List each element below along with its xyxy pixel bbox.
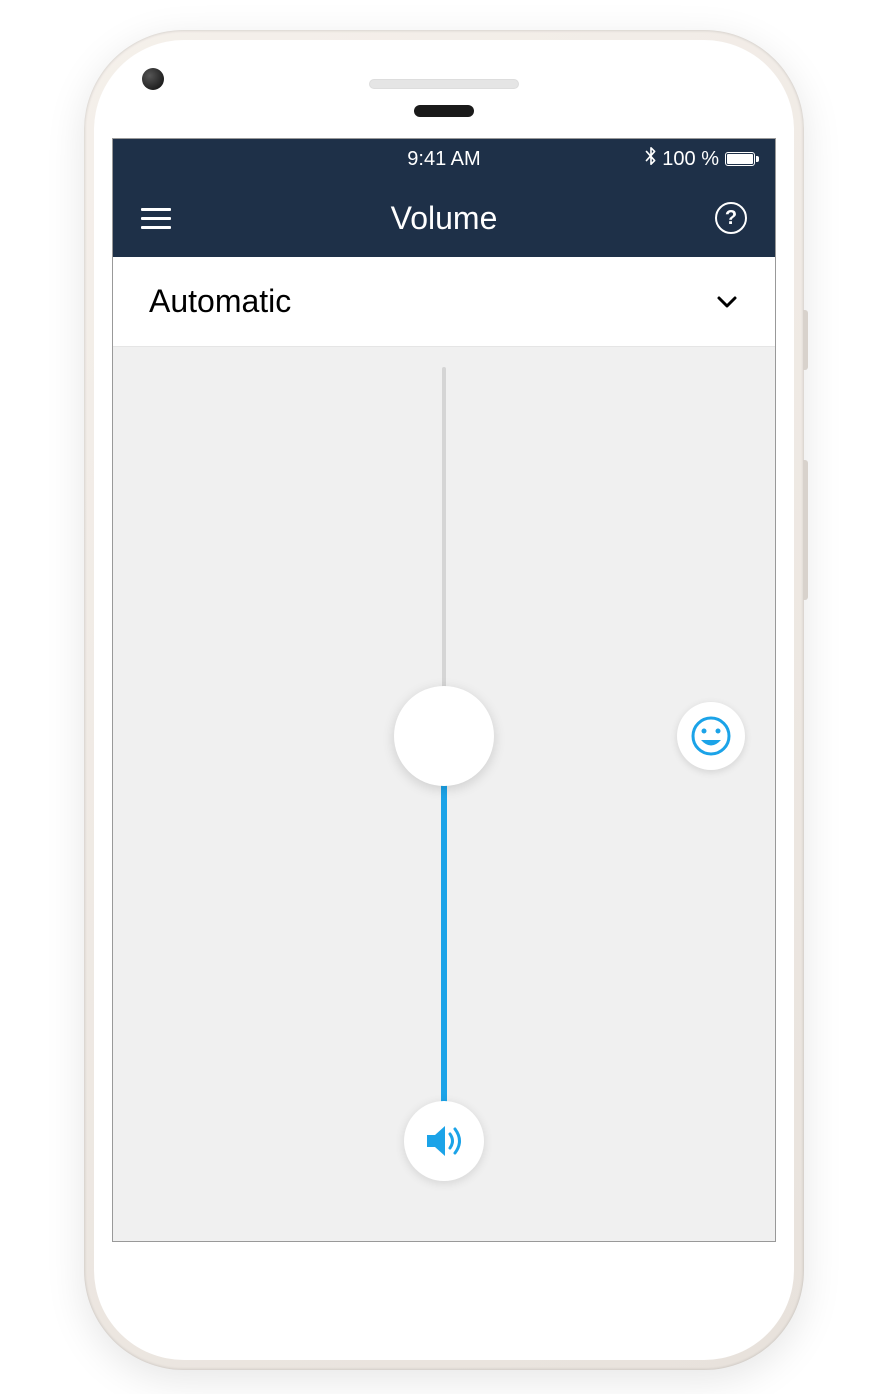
page-title: Volume (391, 200, 498, 237)
mute-button[interactable] (404, 1101, 484, 1181)
mode-selector[interactable]: Automatic (113, 257, 775, 347)
phone-bezel: 9:41 AM 100 % (94, 40, 794, 1360)
question-mark-icon: ? (725, 207, 737, 230)
phone-top-hardware (112, 58, 776, 138)
nav-bar: Volume ? (113, 179, 775, 257)
phone-sensor (414, 105, 474, 117)
bluetooth-icon (644, 146, 658, 172)
slider-fill (441, 736, 447, 1141)
speaker-icon (421, 1118, 467, 1164)
phone-side-button-2 (803, 460, 808, 600)
mode-label: Automatic (149, 283, 291, 320)
help-button[interactable]: ? (715, 202, 747, 234)
smiley-icon (690, 715, 732, 757)
phone-camera (142, 68, 164, 90)
slider-thumb[interactable] (394, 686, 494, 786)
hamburger-icon (141, 208, 171, 211)
status-time: 9:41 AM (407, 148, 480, 171)
phone-side-button-1 (803, 310, 808, 370)
status-bar: 9:41 AM 100 % (113, 139, 775, 179)
phone-bottom-hardware (112, 1242, 776, 1342)
status-right: 100 % (644, 146, 759, 172)
battery-icon (725, 152, 759, 166)
volume-slider-area (113, 347, 775, 1241)
app-screen: 9:41 AM 100 % (112, 138, 776, 1242)
phone-frame: 9:41 AM 100 % (84, 30, 804, 1370)
battery-percent-label: 100 % (662, 148, 719, 171)
chevron-down-icon (715, 290, 739, 314)
menu-button[interactable] (141, 208, 171, 229)
feedback-button[interactable] (677, 702, 745, 770)
phone-speaker (369, 79, 519, 89)
